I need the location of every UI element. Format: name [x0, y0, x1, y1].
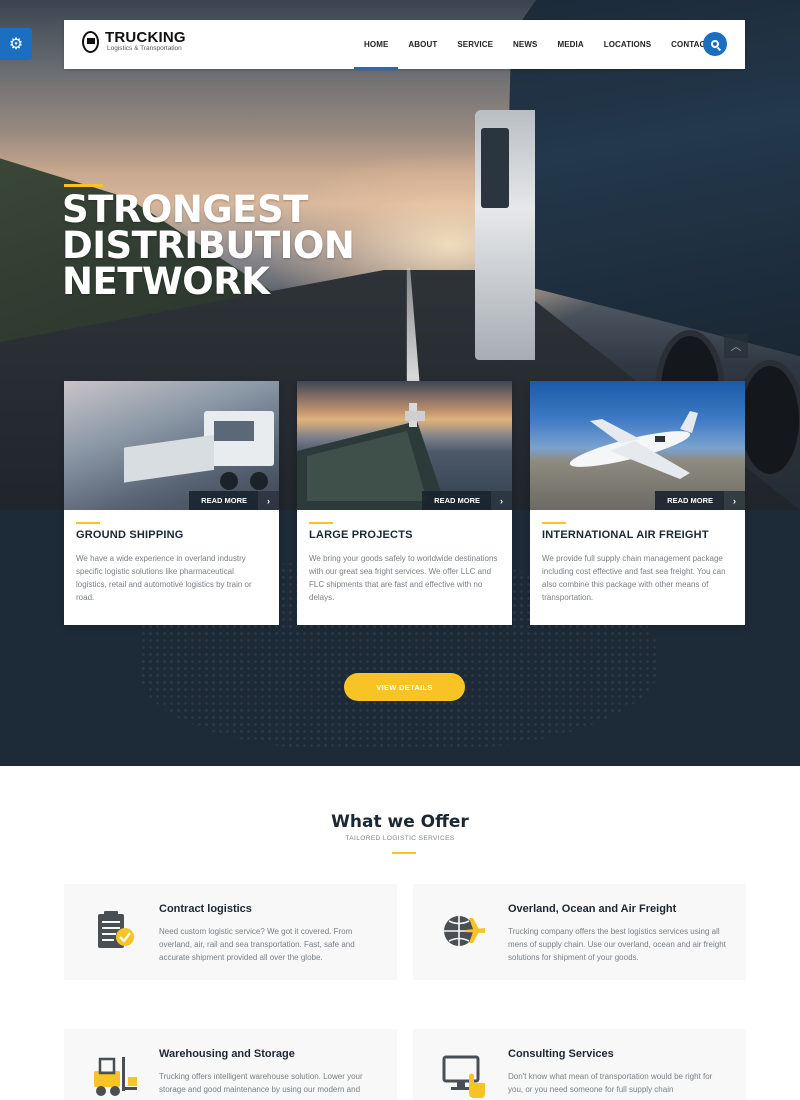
nav-news[interactable]: NEWS: [513, 20, 537, 69]
nav-locations[interactable]: LOCATIONS: [604, 20, 651, 69]
hero-title: STRONGEST DISTRIBUTION NETWORK: [62, 188, 422, 303]
card-title: INTERNATIONAL AIR FREIGHT: [542, 529, 709, 541]
offer-text: Need custom logistic service? We got it …: [159, 927, 355, 962]
brand-text: TRUCKING Logistics & Transportation: [105, 30, 186, 53]
scroll-top-button[interactable]: ︿: [724, 334, 748, 358]
offer-text: Trucking company offers the best logisti…: [508, 927, 726, 962]
hero-title-line: NETWORK: [62, 260, 270, 303]
view-details-button[interactable]: VIEW DETAILS: [344, 673, 465, 701]
chevron-right-icon: ›: [724, 491, 745, 510]
card-text: We provide full supply chain management …: [542, 554, 726, 602]
card-accent-bar: [309, 522, 333, 524]
service-card-large-projects: READ MORE › LARGE PROJECTS We bring your…: [297, 381, 512, 625]
card-text: We bring your goods safely to worldwide …: [309, 554, 498, 602]
clipboard-check-icon: [98, 911, 134, 948]
large-projects-image: READ MORE ›: [297, 381, 512, 510]
section-title: What we Offer: [331, 812, 469, 832]
offer-item-warehousing[interactable]: Warehousing and Storage Trucking offers …: [64, 1029, 397, 1100]
air-freight-image: READ MORE ›: [530, 381, 745, 510]
card-accent-bar: [76, 522, 100, 524]
card-accent-bar: [542, 522, 566, 524]
chevron-right-icon: ›: [491, 491, 512, 510]
offer-item-freight[interactable]: Overland, Ocean and Air Freight Trucking…: [413, 884, 746, 980]
hero-title-line: DISTRIBUTION: [62, 224, 355, 267]
chevron-up-icon: ︿: [730, 341, 742, 353]
section-subtitle: TAILORED LOGISTIC SERVICES: [345, 835, 455, 842]
offer-item-consulting[interactable]: Consulting Services Don't know what mean…: [413, 1029, 746, 1100]
gear-icon: ⚙: [8, 36, 24, 53]
card-title: GROUND SHIPPING: [76, 529, 184, 541]
offer-title: Contract logistics: [159, 903, 252, 915]
chevron-right-icon: ›: [258, 491, 279, 510]
brand-title: TRUCKING: [105, 29, 186, 46]
card-title: LARGE PROJECTS: [309, 529, 413, 541]
read-more-button[interactable]: READ MORE ›: [655, 491, 745, 510]
offer-title: Consulting Services: [508, 1048, 614, 1060]
main-nav: HOME ABOUT SERVICE NEWS MEDIA LOCATIONS …: [353, 20, 720, 69]
search-button[interactable]: [703, 32, 727, 56]
offer-text: Don't know what mean of transportation w…: [508, 1072, 713, 1094]
search-icon: [711, 40, 719, 48]
offer-text: Trucking offers intelligent warehouse so…: [159, 1072, 363, 1094]
card-text: We have a wide experience in overland in…: [76, 554, 252, 602]
read-more-label: READ MORE: [434, 496, 480, 505]
nav-service[interactable]: SERVICE: [457, 20, 493, 69]
read-more-button[interactable]: READ MORE ›: [189, 491, 279, 510]
globe-plane-icon: [444, 916, 485, 946]
site-header: TRUCKING Logistics & Transportation HOME…: [64, 20, 745, 69]
service-card-air-freight: READ MORE › INTERNATIONAL AIR FREIGHT We…: [530, 381, 745, 625]
offer-title: Warehousing and Storage: [159, 1048, 295, 1060]
brand-subtitle: Logistics & Transportation: [107, 45, 182, 52]
logo-globe-icon: [82, 30, 99, 53]
hero-accent-bar: [64, 184, 103, 187]
truck-window: [481, 128, 509, 208]
nav-home[interactable]: HOME: [353, 20, 399, 69]
hero-title-line: STRONGEST: [62, 188, 308, 231]
ground-shipping-image: READ MORE ›: [64, 381, 279, 510]
monitor-touch-icon: [442, 1055, 485, 1098]
settings-gear-button[interactable]: ⚙: [0, 28, 32, 60]
read-more-label: READ MORE: [201, 496, 247, 505]
brand-logo[interactable]: TRUCKING Logistics & Transportation: [82, 30, 186, 53]
section-accent-line: [392, 852, 416, 854]
forklift-icon: [94, 1057, 137, 1096]
nav-media[interactable]: MEDIA: [557, 20, 583, 69]
read-more-button[interactable]: READ MORE ›: [422, 491, 512, 510]
nav-about[interactable]: ABOUT: [408, 20, 437, 69]
read-more-label: READ MORE: [667, 496, 713, 505]
offer-title: Overland, Ocean and Air Freight: [508, 903, 677, 915]
offer-item-contract-logistics[interactable]: Contract logistics Need custom logistic …: [64, 884, 397, 980]
service-card-ground-shipping: READ MORE › GROUND SHIPPING We have a wi…: [64, 381, 279, 625]
